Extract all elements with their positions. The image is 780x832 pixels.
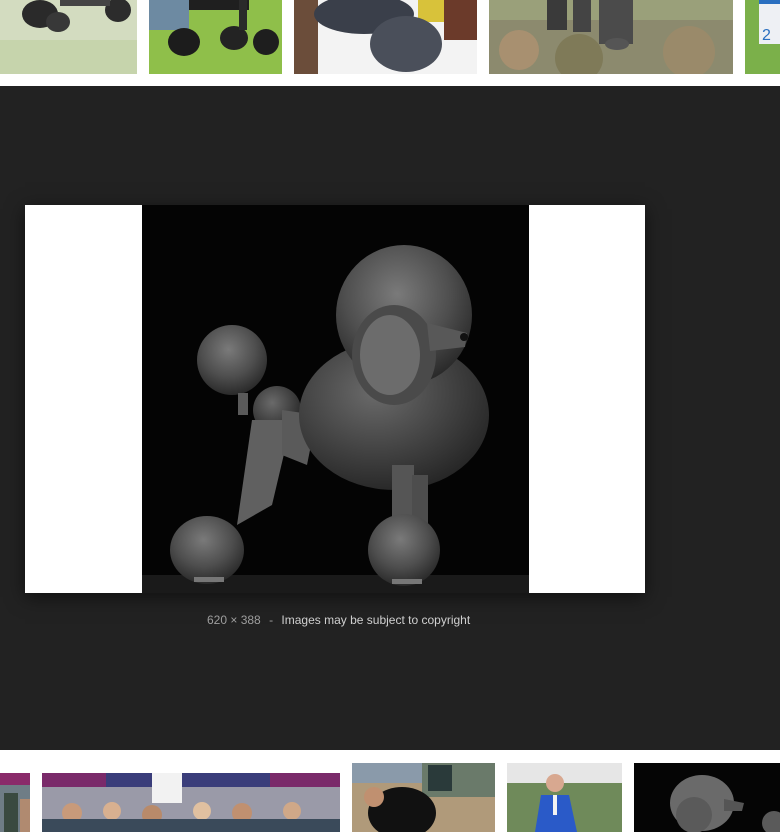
bottom-thumbnail-5[interactable] <box>634 763 780 832</box>
bottom-thumbnail-3[interactable] <box>352 763 495 832</box>
top-thumbnail-1[interactable] <box>0 0 137 74</box>
top-thumbnail-2[interactable] <box>149 0 282 74</box>
preview-image[interactable] <box>25 205 645 593</box>
image-dimensions: 620 × 388 <box>207 613 261 627</box>
bottom-thumbnail-1[interactable] <box>0 773 30 832</box>
copyright-link[interactable]: Images may be subject to copyright <box>281 613 470 627</box>
bottom-thumbnail-2[interactable] <box>42 773 340 832</box>
image-caption: 620 × 388 - Images may be subject to cop… <box>207 613 470 627</box>
top-thumbnail-5[interactable]: 2 <box>745 0 780 74</box>
image-preview-panel: 620 × 388 - Images may be subject to cop… <box>0 86 780 750</box>
poodle-photo <box>142 205 529 593</box>
bottom-thumbnail-strip <box>0 750 780 832</box>
top-thumbnail-strip: 2 <box>0 0 780 86</box>
caption-separator: - <box>269 613 274 627</box>
bottom-thumbnail-4[interactable] <box>507 763 622 832</box>
top-thumbnail-3[interactable] <box>294 0 477 74</box>
top-thumbnail-4[interactable] <box>489 0 733 74</box>
number-card-digit: 2 <box>762 27 771 44</box>
